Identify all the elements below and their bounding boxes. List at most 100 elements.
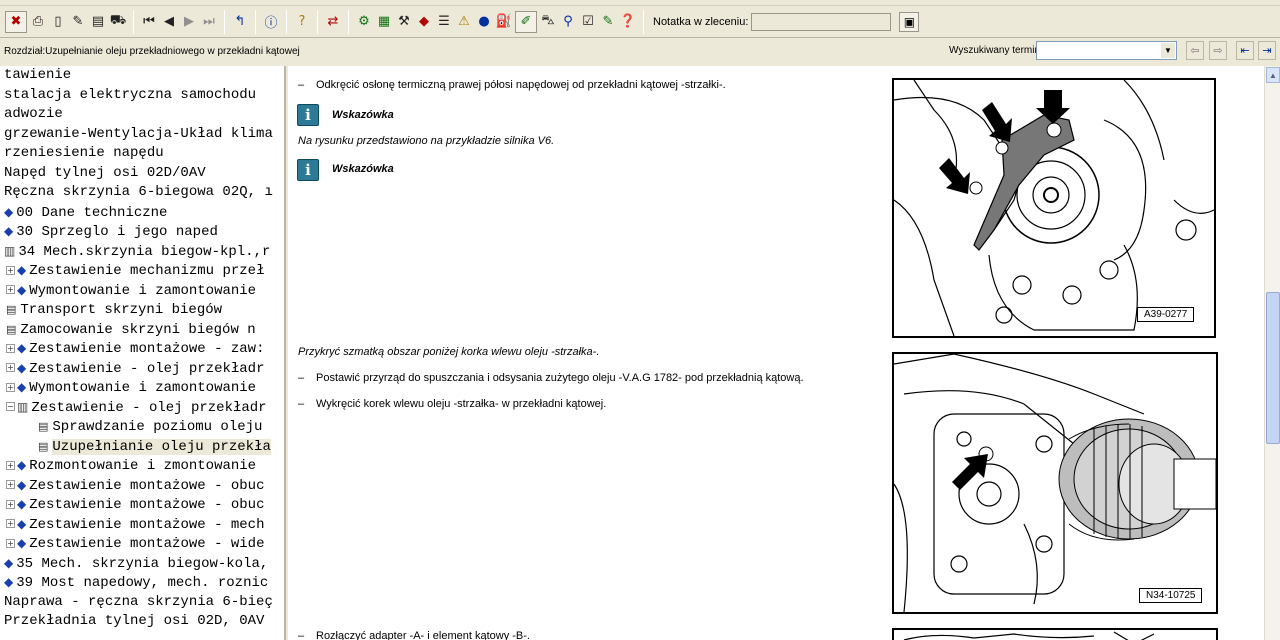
scroll-up-icon[interactable]: ▲ <box>1266 67 1280 83</box>
tree-item[interactable]: − ▥ Zestawienie - olej przekładr <box>0 398 284 418</box>
tree-item-label: 34 Mech.skrzynia biegow-kpl.,r <box>18 243 271 260</box>
exit-icon[interactable]: ✖ <box>5 10 27 33</box>
help-icon[interactable]: ? <box>292 11 312 33</box>
figure-adapter-drawing <box>903 631 1155 640</box>
note-save-icon[interactable]: ▣ <box>899 11 920 32</box>
expand-icon[interactable]: + <box>6 285 15 295</box>
expand-icon[interactable]: + <box>6 382 15 392</box>
tree-item[interactable]: stalacja elektryczna samochodu <box>0 86 284 106</box>
tree-item-label: Zestawienie montażowe - zaw: <box>29 341 265 357</box>
tree-item[interactable]: + ◆ Wymontowanie i zamontowanie <box>0 378 284 398</box>
tree-item-label: Zestawienie mechanizmu przeł <box>29 263 265 279</box>
tree-item[interactable]: ▥ 34 Mech.skrzynia biegow-kpl.,r <box>0 242 284 262</box>
globe-icon[interactable]: ● <box>474 11 494 33</box>
vehicle-icon[interactable]: ⛟ <box>108 11 128 33</box>
switch-icon[interactable]: ⇄ <box>323 11 343 33</box>
tree-item[interactable]: ▤ Uzupełnianie oleju przekła <box>0 437 284 457</box>
notes-icon[interactable]: ▤ <box>88 11 108 33</box>
tree-item[interactable]: ◆ 00 Dane techniczne <box>0 203 284 223</box>
tree-item[interactable]: Ręczna skrzynia 6-biegowa 02Q, ı <box>0 183 284 203</box>
tree-item[interactable]: ▤ Sprawdzanie poziomu oleju <box>0 417 284 437</box>
repair-guide-icon[interactable]: ✐ <box>515 10 537 33</box>
book-icon: ◆ <box>4 555 14 570</box>
workshop-icon[interactable]: ⚙ <box>354 11 374 33</box>
collapse-icon[interactable]: − <box>6 402 15 412</box>
tree-item-label: Zestawienie montażowe - obuc <box>29 497 265 513</box>
fuel-icon[interactable]: ⛽ <box>494 11 514 33</box>
tree-item[interactable]: ▤ Zamocowanie skrzyni biegów n <box>0 320 284 340</box>
tree-item[interactable]: + ◆ Zestawienie - olej przekładr <box>0 359 284 379</box>
first-page-icon[interactable]: ⏮ <box>139 11 159 33</box>
tree-item[interactable]: + ◆ Zestawienie montażowe - obuc <box>0 495 284 515</box>
print-icon[interactable]: ⎙ <box>28 11 48 33</box>
scroll-thumb[interactable] <box>1266 292 1280 444</box>
book-icon: ◆ <box>17 341 27 355</box>
collapse-left-icon[interactable]: ⇤ <box>1236 41 1254 60</box>
tree-item[interactable]: ◆ 35 Mech. skrzynia biegow-kola, <box>0 554 284 574</box>
tree-item-label: Zamocowanie skrzyni biegów n <box>20 321 256 338</box>
cover-text: Przykryć szmatką obszar poniżej korka wl… <box>298 346 600 358</box>
back-reference-icon[interactable]: ↰ <box>230 11 250 33</box>
warning-icon[interactable]: ⚠ <box>454 11 474 33</box>
book-icon: ◆ <box>17 360 27 375</box>
tree-item[interactable]: tawienie <box>0 66 284 86</box>
tree-item-label: Ręczna skrzynia 6-biegowa 02Q, ı <box>4 184 273 200</box>
tree-item[interactable]: ◆ 39 Most napedowy, mech. roznic <box>0 573 284 593</box>
search-previous-icon[interactable]: ⇦ <box>1186 41 1204 60</box>
expand-icon[interactable]: + <box>6 538 15 548</box>
previous-page-icon[interactable]: ◀ <box>159 11 179 33</box>
car-icon[interactable]: ⛍ <box>538 11 558 33</box>
content-scrollbar[interactable]: ▲ <box>1264 66 1280 640</box>
tree-item[interactable]: adwozie <box>0 105 284 125</box>
checklist-icon[interactable]: ☑ <box>578 11 598 33</box>
tree-item[interactable]: + ◆ Wymontowanie i zamontowanie <box>0 281 284 301</box>
tree-item-label: Zestawienie - olej przekładr <box>29 360 265 377</box>
document-icon: ▤ <box>38 439 49 453</box>
expand-icon[interactable]: + <box>6 265 15 275</box>
tools-icon[interactable]: ⚒ <box>394 11 414 33</box>
document-help-icon[interactable]: ❓ <box>618 11 638 33</box>
expand-icon[interactable]: + <box>6 519 15 529</box>
tree-item-label: Zestawienie - olej przekładr <box>31 399 267 416</box>
info-icon[interactable]: ⓘ <box>261 11 281 33</box>
hint-info-icon: i <box>297 159 319 181</box>
search-next-icon[interactable]: ⇨ <box>1209 41 1227 60</box>
expand-icon[interactable]: + <box>6 480 15 490</box>
tree-item[interactable]: Przekładnia tylnej osi 02D, 0AV <box>0 612 284 632</box>
tree-item[interactable]: ▤ Transport skrzyni biegów <box>0 300 284 320</box>
expand-icon[interactable]: + <box>6 460 15 470</box>
next-page-icon[interactable]: ▶ <box>179 11 199 33</box>
chapter-title: Rozdział:Uzupełnianie oleju przekładniow… <box>4 45 300 57</box>
tree-item[interactable]: + ◆ Zestawienie montażowe - wide <box>0 534 284 554</box>
calculator-icon[interactable]: ▦ <box>374 11 394 33</box>
chapter-bar: Rozdział:Uzupełnianie oleju przekładniow… <box>0 38 1280 64</box>
tree-item[interactable]: ◆ 30 Sprzeglo i jego naped <box>0 222 284 242</box>
tree-item[interactable]: Napęd tylnej osi 02D/0AV <box>0 164 284 184</box>
expand-icon[interactable]: + <box>6 343 15 353</box>
expand-right-icon[interactable]: ⇥ <box>1258 41 1276 60</box>
diagram-icon[interactable]: ✎ <box>598 11 618 33</box>
expand-icon[interactable]: + <box>6 363 15 373</box>
tree-item[interactable]: rzeniesienie napędu <box>0 144 284 164</box>
tree-item[interactable]: + ◆ Rozmontowanie i zmontowanie <box>0 456 284 476</box>
car-search-icon[interactable]: ⚲ <box>558 11 578 33</box>
tree-item[interactable]: + ◆ Zestawienie montażowe - zaw: <box>0 339 284 359</box>
search-input[interactable]: ▼ <box>1036 41 1177 60</box>
tree-item-label: Zestawienie montażowe - wide <box>29 536 265 552</box>
list-icon[interactable]: ☰ <box>434 11 454 33</box>
tree-item-label: Naprawa - ręczna skrzynia 6-bieç <box>4 593 273 610</box>
tree-item-label: Wymontowanie i zamontowanie <box>29 380 257 396</box>
tree-item[interactable]: grzewanie-Wentylacja-Układ klima <box>0 125 284 145</box>
search-label: Wyszukiwany termin <box>949 45 1041 56</box>
manual-book-icon[interactable]: ◆ <box>414 11 434 33</box>
note-field[interactable] <box>751 12 892 31</box>
tree-item[interactable]: Naprawa - ręczna skrzynia 6-bieç <box>0 593 284 613</box>
chevron-down-icon[interactable]: ▼ <box>1161 43 1175 58</box>
tree-item[interactable]: + ◆ Zestawienie montażowe - obuc <box>0 476 284 496</box>
expand-icon[interactable]: + <box>6 499 15 509</box>
last-page-icon[interactable]: ⏭ <box>199 11 219 33</box>
tree-item[interactable]: + ◆ Zestawienie mechanizmu przeł <box>0 261 284 281</box>
new-document-icon[interactable]: ▯ <box>48 11 68 33</box>
edit-document-icon[interactable]: ✎ <box>68 11 88 33</box>
tree-item[interactable]: + ◆ Zestawienie montażowe - mech <box>0 515 284 535</box>
